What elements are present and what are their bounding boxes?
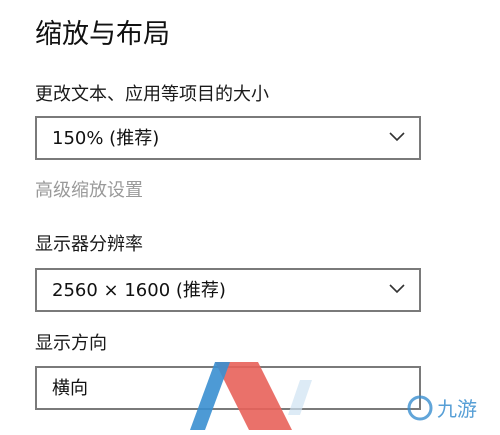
advanced-scaling-link[interactable]: 高级缩放设置 xyxy=(35,178,143,204)
scale-label: 更改文本、应用等项目的大小 xyxy=(35,84,269,105)
resolution-dropdown[interactable]: 2560 × 1600 (推荐) xyxy=(35,268,421,312)
orientation-dropdown[interactable]: 横向 xyxy=(35,366,421,410)
resolution-dropdown-value: 2560 × 1600 (推荐) xyxy=(52,280,226,301)
scale-dropdown[interactable]: 150% (推荐) xyxy=(35,116,421,160)
orientation-dropdown-value: 横向 xyxy=(52,378,88,399)
resolution-label: 显示器分辨率 xyxy=(35,234,143,255)
chevron-down-icon xyxy=(389,132,405,142)
scale-dropdown-value: 150% (推荐) xyxy=(52,128,160,149)
orientation-label: 显示方向 xyxy=(35,333,107,354)
chevron-down-icon xyxy=(389,284,405,294)
page-title: 缩放与布局 xyxy=(35,19,170,50)
watermark-text: 九游 xyxy=(437,397,477,421)
display-settings-page: 缩放与布局 更改文本、应用等项目的大小 150% (推荐) 高级缩放设置 显示器… xyxy=(0,0,500,435)
